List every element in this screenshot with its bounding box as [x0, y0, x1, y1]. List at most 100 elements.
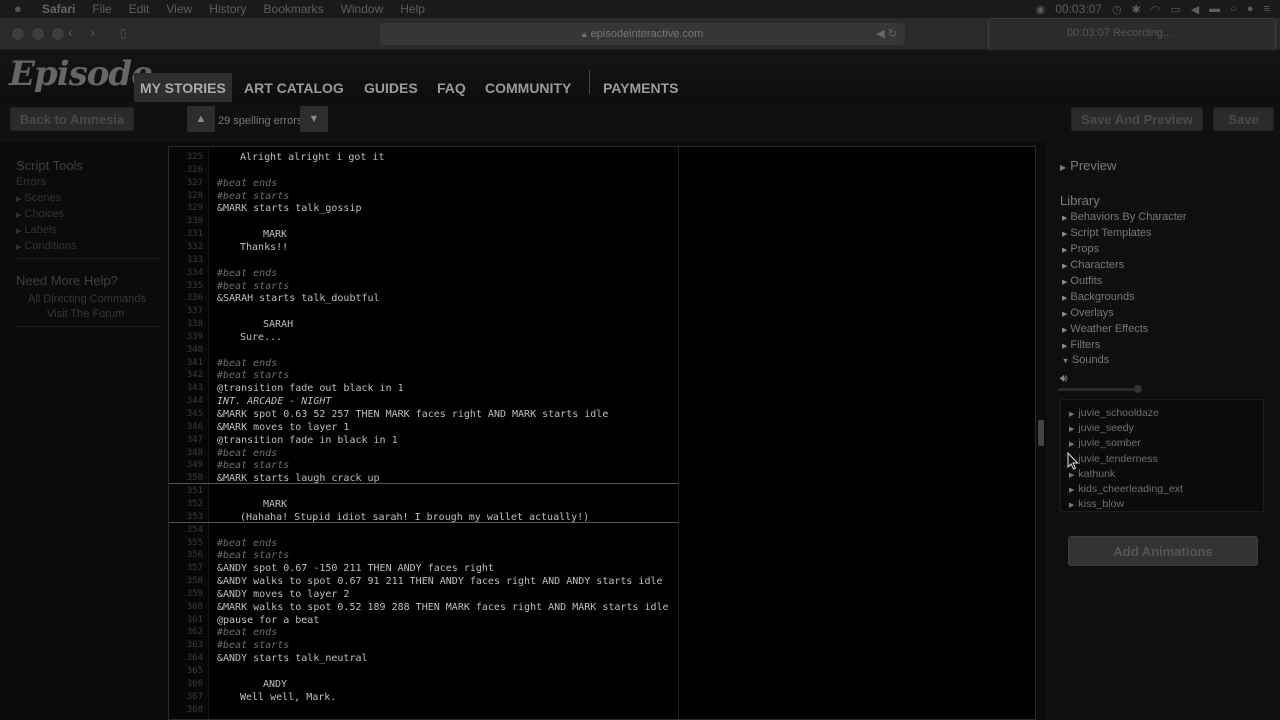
menu-help[interactable]: Help	[400, 2, 425, 16]
sidebar-item-conditions[interactable]: ▶ Conditions	[16, 240, 76, 252]
play-triangle-icon[interactable]: ▶	[1069, 502, 1074, 509]
save-and-preview-button[interactable]: Save And Preview	[1071, 107, 1203, 131]
volume-slider[interactable]	[1058, 388, 1138, 391]
menu-list-icon[interactable]: ≡	[1264, 3, 1270, 15]
code-line[interactable]: 355 #beat ends	[169, 537, 1035, 550]
code-line[interactable]: 346 &MARK moves to layer 1	[169, 421, 1035, 434]
code-line[interactable]: 349 #beat starts	[169, 459, 1035, 472]
battery-icon[interactable]: ▬	[1209, 3, 1220, 15]
sidebar-item-scenes[interactable]: ▶ Scenes	[16, 192, 61, 204]
code-line[interactable]: 340	[169, 344, 1035, 357]
code-line[interactable]: 328 #beat starts	[169, 190, 1035, 203]
minimize-window-button[interactable]	[32, 28, 44, 40]
tab-payments[interactable]: PAYMENTS	[597, 73, 684, 102]
library-item[interactable]: ▶ Weather Effects	[1062, 323, 1148, 335]
menu-history[interactable]: History	[209, 2, 246, 16]
code-line[interactable]: 335 #beat starts	[169, 280, 1035, 293]
menu-file[interactable]: File	[92, 2, 111, 16]
volume-slider-handle[interactable]	[1134, 385, 1142, 393]
panel-resize-handle[interactable]	[1038, 420, 1044, 446]
play-triangle-icon[interactable]: ▶	[1069, 487, 1074, 494]
code-line[interactable]: 325 Alright alright i got it	[169, 151, 1035, 164]
sidebar-toggle-icon[interactable]: ▯	[120, 26, 127, 40]
library-item[interactable]: ▶ Outfits	[1062, 275, 1102, 287]
tab-faq[interactable]: FAQ	[431, 73, 472, 102]
next-error-button[interactable]: ▼	[300, 106, 328, 132]
episode-logo[interactable]: Episode	[9, 54, 153, 94]
tab-guides[interactable]: GUIDES	[358, 73, 424, 102]
sidebar-item-errors[interactable]: Errors	[16, 176, 46, 188]
code-line[interactable]: 344 INT. ARCADE - NIGHT	[169, 395, 1035, 408]
code-line[interactable]: 336 &SARAH starts talk_doubtful	[169, 292, 1035, 305]
code-line[interactable]: 339 Sure...	[169, 331, 1035, 344]
code-line[interactable]: 343 @transition fade out black in 1	[169, 382, 1035, 395]
airplay-icon[interactable]: ▭	[1170, 3, 1180, 16]
library-item[interactable]: ▶ Script Templates	[1062, 227, 1152, 239]
code-line[interactable]: 331 MARK	[169, 228, 1035, 241]
previous-error-button[interactable]: ▲	[187, 106, 215, 132]
code-line[interactable]: 326	[169, 164, 1035, 177]
speaker-icon[interactable]: 🔊︎	[1060, 371, 1068, 386]
library-item-sounds[interactable]: ▼ Sounds	[1062, 354, 1109, 366]
sound-item[interactable]: ▶ kiss_blow	[1069, 498, 1124, 510]
menu-window[interactable]: Window	[341, 2, 384, 16]
sound-item[interactable]: ▶ juvie_schooldaze	[1069, 407, 1159, 419]
code-line[interactable]: 363 #beat starts	[169, 639, 1035, 652]
forward-arrow-icon[interactable]: ›	[90, 24, 95, 40]
code-line[interactable]: 338 SARAH	[169, 318, 1035, 331]
address-bar[interactable]: 🔒︎ episodeinteractive.com ◀ ↻	[380, 23, 905, 45]
menu-view[interactable]: View	[166, 2, 192, 16]
menu-bookmarks[interactable]: Bookmarks	[264, 2, 324, 16]
sounds-list[interactable]: ▶ juvie_schooldaze ▶ juvie_seedy ▶ juvie_somb…	[1060, 399, 1264, 512]
time-machine-icon[interactable]: ◷	[1112, 3, 1122, 16]
wifi-icon[interactable]: ◠	[1151, 3, 1161, 16]
library-item[interactable]: ▶ Filters	[1062, 339, 1100, 351]
code-line[interactable]: 368	[169, 704, 1035, 717]
search-icon[interactable]: ○	[1230, 3, 1237, 15]
sound-item[interactable]: ▶juvie_tenderness	[1069, 453, 1158, 465]
code-line[interactable]: 333	[169, 254, 1035, 267]
library-item[interactable]: ▶ Overlays	[1062, 307, 1114, 319]
code-line[interactable]: 361 @pause for a beat	[169, 614, 1035, 627]
code-line[interactable]: 364 &ANDY starts talk_neutral	[169, 652, 1035, 665]
menu-edit[interactable]: Edit	[129, 2, 150, 16]
back-to-story-button[interactable]: Back to Amnesia	[10, 107, 134, 131]
user-icon[interactable]: ●	[1247, 3, 1254, 15]
sound-item[interactable]: ▶ kids_cheerleading_ext	[1069, 483, 1183, 495]
code-line[interactable]: 347 @transition fade in black in 1	[169, 434, 1035, 447]
code-line[interactable]: 341 #beat ends	[169, 357, 1035, 370]
library-item[interactable]: ▶ Behaviors By Character	[1062, 211, 1187, 223]
code-line[interactable]: 366 ANDY	[169, 678, 1035, 691]
tab-my-stories[interactable]: MY STORIES	[134, 73, 232, 102]
zoom-window-button[interactable]	[52, 28, 64, 40]
sound-item[interactable]: ▶ juvie_somber	[1069, 437, 1141, 449]
code-line[interactable]: 359 &ANDY moves to layer 2	[169, 588, 1035, 601]
visit-forum-link[interactable]: Visit The Forum	[47, 308, 124, 320]
sound-item[interactable]: ▶ juvie_seedy	[1069, 422, 1134, 434]
code-line[interactable]: 356 #beat starts	[169, 549, 1035, 562]
code-line[interactable]: 332 Thanks!!	[169, 241, 1035, 254]
code-line[interactable]: 365	[169, 665, 1035, 678]
code-line[interactable]: 329 &MARK starts talk_gossip	[169, 202, 1035, 215]
back-arrow-icon[interactable]: ‹	[68, 24, 73, 40]
recording-status-icon[interactable]: ◉	[1036, 3, 1046, 16]
library-item[interactable]: ▶ Props	[1062, 243, 1099, 255]
code-line[interactable]: 334 #beat ends	[169, 267, 1035, 280]
all-directing-commands-link[interactable]: All Directing Commands	[28, 293, 146, 305]
code-line[interactable]: 360 &MARK walks to spot 0.52 189 288 THEN…	[169, 601, 1035, 614]
close-window-button[interactable]	[12, 28, 24, 40]
code-line[interactable]: 362 #beat ends	[169, 626, 1035, 639]
code-line[interactable]: 358 &ANDY walks to spot 0.67 91 211 THEN …	[169, 575, 1035, 588]
code-line[interactable]: 357 &ANDY spot 0.67 -150 211 THEN ANDY fa…	[169, 562, 1035, 575]
code-line[interactable]: 345 &MARK spot 0.63 52 257 THEN MARK face…	[169, 408, 1035, 421]
bluetooth-icon[interactable]: ✱	[1132, 3, 1141, 16]
play-triangle-icon[interactable]: ▶	[1069, 411, 1074, 418]
play-triangle-icon[interactable]: ▶	[1069, 426, 1074, 433]
code-line[interactable]: 330	[169, 215, 1035, 228]
volume-icon[interactable]: ◀	[1191, 3, 1199, 16]
add-animations-button[interactable]: Add Animations	[1068, 536, 1258, 566]
play-triangle-icon[interactable]: ▶	[1069, 441, 1074, 448]
code-line[interactable]: 337	[169, 305, 1035, 318]
script-editor[interactable]: 325 Alright alright i got it 326 327 #beat e…	[168, 146, 1036, 720]
play-triangle-icon[interactable]: ▶	[1069, 472, 1074, 479]
